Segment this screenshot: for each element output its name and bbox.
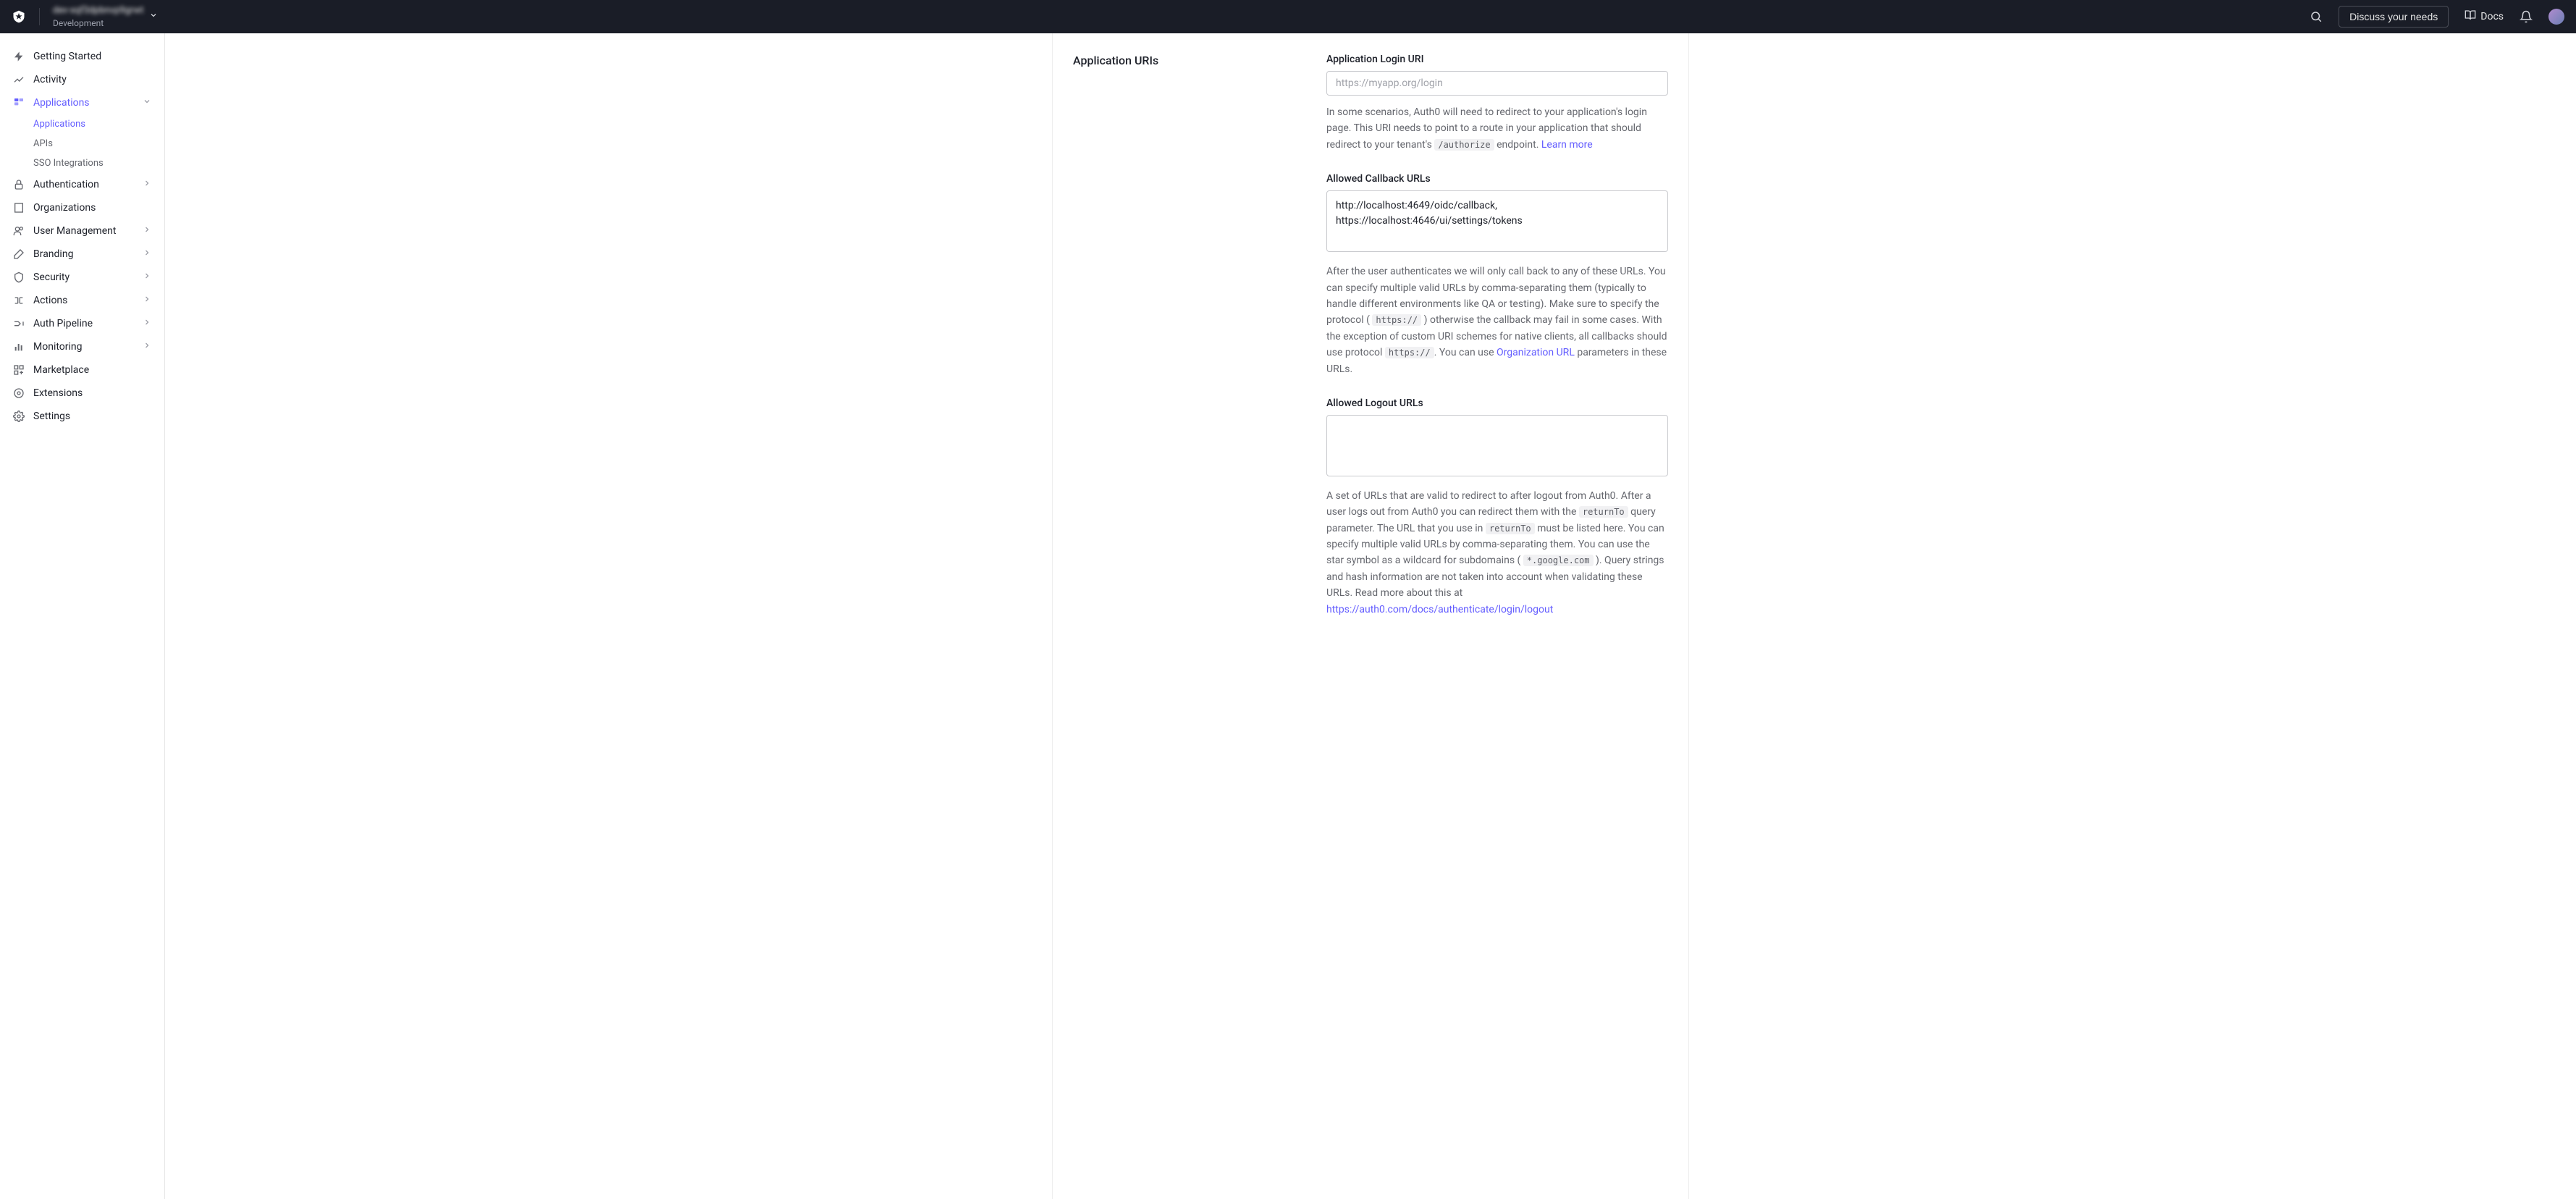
sidebar-item-extensions[interactable]: Extensions (0, 382, 164, 405)
sidebar-item-label: Activity (33, 74, 67, 85)
section-title: Application URIs (1073, 54, 1297, 67)
users-icon (13, 225, 25, 237)
field-allowed-callback-urls: Allowed Callback URLs After the user aut… (1326, 173, 1668, 377)
sidebar-item-branding[interactable]: Branding (0, 243, 164, 266)
lock-icon (13, 179, 25, 190)
field-label: Allowed Callback URLs (1326, 173, 1668, 185)
logo-icon[interactable] (12, 9, 26, 24)
sidebar-item-label: Marketplace (33, 364, 89, 376)
chevron-down-icon (143, 97, 151, 109)
sidebar-item-label: Organizations (33, 202, 96, 214)
sidebar-item-label: Authentication (33, 179, 99, 190)
chevron-right-icon (143, 318, 151, 329)
field-allowed-logout-urls: Allowed Logout URLs A set of URLs that a… (1326, 397, 1668, 618)
code-snippet: https:// (1372, 314, 1421, 326)
gear-icon (13, 411, 25, 422)
sidebar-subitem-sso[interactable]: SSO Integrations (0, 153, 164, 173)
sidebar-item-authentication[interactable]: Authentication (0, 173, 164, 196)
puzzle-icon (13, 387, 25, 399)
chart-icon (13, 341, 25, 353)
flow-icon (13, 295, 25, 306)
sidebar-item-actions[interactable]: Actions (0, 289, 164, 312)
chevron-right-icon (143, 341, 151, 353)
field-label: Allowed Logout URLs (1326, 397, 1668, 409)
sidebar: Getting Started Activity Applications Ap… (0, 33, 165, 1199)
lightning-icon (13, 51, 25, 62)
sidebar-item-label: Monitoring (33, 341, 83, 353)
field-label: Application Login URI (1326, 54, 1668, 65)
sidebar-item-organizations[interactable]: Organizations (0, 196, 164, 219)
main-content: Application URIs Application Login URI I… (165, 33, 2576, 1199)
sidebar-item-label: Getting Started (33, 51, 101, 62)
shield-icon (13, 272, 25, 283)
sidebar-item-security[interactable]: Security (0, 266, 164, 289)
sidebar-subitem-applications[interactable]: Applications (0, 114, 164, 134)
tenant-name: dev-xqf3dpbnvp9grwt (53, 5, 143, 17)
header-divider (39, 8, 40, 25)
discuss-needs-button[interactable]: Discuss your needs (2339, 6, 2449, 28)
allowed-logout-urls-input[interactable] (1326, 415, 1668, 476)
code-snippet: *.google.com (1523, 555, 1594, 566)
search-icon[interactable] (2310, 10, 2323, 23)
grid-icon (13, 364, 25, 376)
sidebar-item-label: Security (33, 272, 70, 283)
organization-url-link[interactable]: Organization URL (1497, 347, 1575, 358)
chevron-right-icon (143, 272, 151, 283)
code-snippet: returnTo (1486, 523, 1535, 534)
help-text: After the user authenticates we will onl… (1326, 264, 1668, 377)
chevron-right-icon (143, 295, 151, 306)
help-text: A set of URLs that are valid to redirect… (1326, 488, 1668, 618)
chevron-right-icon (143, 179, 151, 190)
tenant-selector[interactable]: dev-xqf3dpbnvp9grwt Development (53, 5, 143, 28)
code-snippet: returnTo (1579, 506, 1628, 518)
chevron-right-icon (143, 225, 151, 237)
pipeline-icon (13, 318, 25, 329)
tenant-environment: Development (53, 18, 143, 28)
sidebar-item-label: Auth Pipeline (33, 318, 93, 329)
sidebar-item-applications[interactable]: Applications (0, 91, 164, 114)
sidebar-item-label: User Management (33, 225, 116, 237)
brush-icon (13, 248, 25, 260)
help-text: In some scenarios, Auth0 will need to re… (1326, 104, 1668, 153)
sidebar-item-getting-started[interactable]: Getting Started (0, 45, 164, 68)
chevron-down-icon[interactable] (149, 11, 158, 22)
sidebar-item-monitoring[interactable]: Monitoring (0, 335, 164, 358)
sidebar-item-label: Extensions (33, 387, 83, 399)
sidebar-item-settings[interactable]: Settings (0, 405, 164, 428)
sidebar-item-label: Applications (33, 97, 90, 109)
sidebar-item-label: Branding (33, 248, 73, 260)
learn-more-link[interactable]: Learn more (1541, 139, 1593, 151)
code-snippet: /authorize (1434, 139, 1494, 151)
bell-icon[interactable] (2520, 10, 2533, 23)
avatar[interactable] (2548, 9, 2564, 25)
book-icon (2465, 9, 2476, 24)
sidebar-subitem-apis[interactable]: APIs (0, 134, 164, 153)
sidebar-item-label: Actions (33, 295, 67, 306)
sidebar-item-user-management[interactable]: User Management (0, 219, 164, 243)
sidebar-item-marketplace[interactable]: Marketplace (0, 358, 164, 382)
allowed-callback-urls-input[interactable] (1326, 190, 1668, 252)
applications-icon (13, 97, 25, 109)
sidebar-item-label: Settings (33, 411, 70, 422)
docs-link[interactable]: Docs (2465, 9, 2504, 24)
sidebar-item-activity[interactable]: Activity (0, 68, 164, 91)
sidebar-item-auth-pipeline[interactable]: Auth Pipeline (0, 312, 164, 335)
code-snippet: https:// (1385, 347, 1434, 358)
top-header: dev-xqf3dpbnvp9grwt Development Discuss … (0, 0, 2576, 33)
docs-label: Docs (2480, 11, 2504, 22)
application-login-uri-input[interactable] (1326, 71, 1668, 96)
logout-docs-link[interactable]: https://auth0.com/docs/authenticate/logi… (1326, 604, 1553, 615)
chevron-right-icon (143, 248, 151, 260)
building-icon (13, 202, 25, 214)
field-application-login-uri: Application Login URI In some scenarios,… (1326, 54, 1668, 153)
activity-icon (13, 74, 25, 85)
